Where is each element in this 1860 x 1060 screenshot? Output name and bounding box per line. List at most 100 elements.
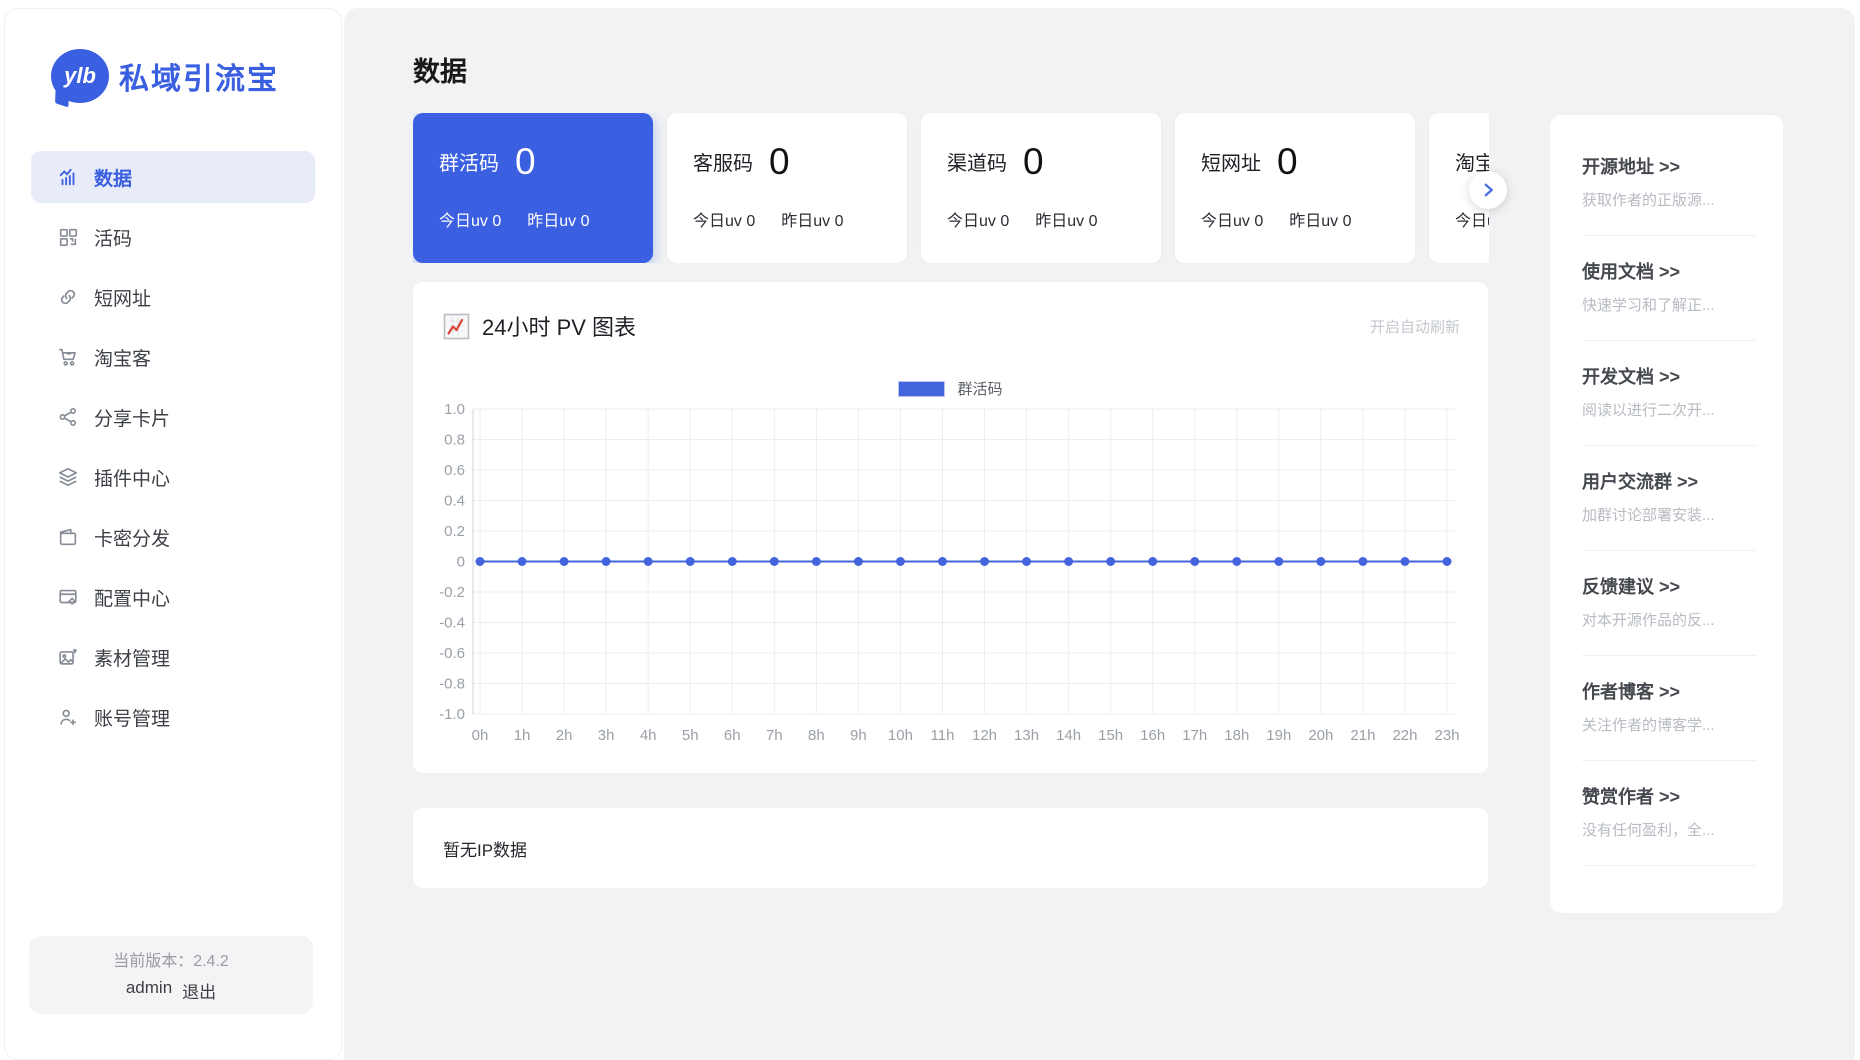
link-desc: 对本开源作品的反... xyxy=(1582,612,1715,629)
svg-text:5h: 5h xyxy=(682,727,699,744)
app-logo: ylb 私域引流宝 xyxy=(51,49,341,103)
stat-yesterday-uv: 昨日uv 0 xyxy=(527,213,590,230)
link-icon xyxy=(57,286,79,308)
svg-text:-1.0: -1.0 xyxy=(439,706,465,723)
sidebar-item-config-center[interactable]: 配置中心 xyxy=(31,571,315,623)
link-item-usage-doc[interactable]: 使用文档 >> 快速学习和了解正... xyxy=(1582,260,1757,341)
ip-empty-text: 暂无IP数据 xyxy=(443,840,528,860)
link-desc: 快速学习和了解正... xyxy=(1582,297,1715,314)
cart-icon xyxy=(57,346,79,368)
link-desc: 关注作者的博客学... xyxy=(1582,717,1715,734)
sidebar-item-live-code[interactable]: 活码 xyxy=(31,211,315,263)
sidebar-item-data[interactable]: 数据 xyxy=(31,151,315,203)
link-item-dev-doc[interactable]: 开发文档 >> 阅读以进行二次开... xyxy=(1582,365,1757,446)
ip-data-card: 暂无IP数据 xyxy=(413,808,1488,888)
link-desc: 获取作者的正版源... xyxy=(1582,192,1715,209)
brand-name: 私域引流宝 xyxy=(119,63,279,96)
stat-today-uv: 今日uv 0 xyxy=(947,213,1010,230)
sidebar-nav: 数据 活码 短网址 淘宝客 分享卡片 插件中心 卡密分发 配置中心 素材管理 账… xyxy=(5,151,341,743)
svg-text:15h: 15h xyxy=(1098,727,1123,744)
sidebar-item-label: 素材管理 xyxy=(94,648,171,670)
link-item-feedback[interactable]: 反馈建议 >> 对本开源作品的反... xyxy=(1582,575,1757,656)
stat-card-group-code[interactable]: 群活码 0 今日uv 0 昨日uv 0 xyxy=(413,113,653,263)
link-item-author-blog[interactable]: 作者博客 >> 关注作者的博客学... xyxy=(1582,680,1757,761)
sidebar-item-label: 分享卡片 xyxy=(94,408,171,430)
stat-card-short-url[interactable]: 短网址 0 今日uv 0 昨日uv 0 xyxy=(1175,113,1415,263)
stat-cards-row: 群活码 0 今日uv 0 昨日uv 0 客服码 0 今日uv 0 昨日uv 0 渠道码 0… xyxy=(413,113,1489,263)
link-title: 赞赏作者 >> xyxy=(1582,787,1681,807)
sidebar-item-account-manage[interactable]: 账号管理 xyxy=(31,691,315,743)
stat-label: 群活码 xyxy=(439,153,499,175)
page-title: 数据 xyxy=(413,57,467,87)
svg-text:23h: 23h xyxy=(1434,727,1459,744)
svg-text:-0.4: -0.4 xyxy=(439,615,465,632)
link-item-user-group[interactable]: 用户交流群 >> 加群讨论部署安装... xyxy=(1582,470,1757,551)
svg-text:12h: 12h xyxy=(972,727,997,744)
svg-text:19h: 19h xyxy=(1266,727,1291,744)
link-item-donate[interactable]: 赞赏作者 >> 没有任何盈利，全... xyxy=(1582,785,1757,866)
sidebar-item-material-manage[interactable]: 素材管理 xyxy=(31,631,315,683)
sidebar-item-label: 淘宝客 xyxy=(94,348,152,370)
sidebar-item-label: 账号管理 xyxy=(94,708,171,730)
svg-text:1h: 1h xyxy=(514,727,531,744)
link-title: 用户交流群 >> xyxy=(1582,472,1699,492)
image-upload-icon xyxy=(57,646,79,668)
svg-text:13h: 13h xyxy=(1014,727,1039,744)
sidebar-item-taobao[interactable]: 淘宝客 xyxy=(31,331,315,383)
svg-text:7h: 7h xyxy=(766,727,783,744)
svg-text:16h: 16h xyxy=(1140,727,1165,744)
svg-text:21h: 21h xyxy=(1350,727,1375,744)
svg-text:0.6: 0.6 xyxy=(444,462,465,479)
stat-label: 客服码 xyxy=(693,153,753,175)
link-desc: 加群讨论部署安装... xyxy=(1582,507,1715,524)
svg-text:-0.8: -0.8 xyxy=(439,676,465,693)
stat-card-service-code[interactable]: 客服码 0 今日uv 0 昨日uv 0 xyxy=(667,113,907,263)
stat-yesterday-uv: 昨日uv 0 xyxy=(1035,213,1098,230)
svg-text:18h: 18h xyxy=(1224,727,1249,744)
version-text: 当前版本：2.4.2 xyxy=(113,953,229,970)
sidebar-item-label: 活码 xyxy=(94,228,133,250)
svg-text:20h: 20h xyxy=(1308,727,1333,744)
auto-refresh-toggle[interactable]: 开启自动刷新 xyxy=(1370,316,1460,337)
sidebar-item-label: 数据 xyxy=(94,168,133,190)
share-icon xyxy=(57,406,79,428)
stat-yesterday-uv: 昨日uv 0 xyxy=(1289,213,1352,230)
svg-text:22h: 22h xyxy=(1392,727,1417,744)
link-item-opensource[interactable]: 开源地址 >> 获取作者的正版源... xyxy=(1582,155,1757,236)
stat-value: 0 xyxy=(1023,141,1044,182)
sidebar-item-label: 插件中心 xyxy=(94,468,171,490)
settings-window-icon xyxy=(57,586,79,608)
pv-chart-card: 24小时 PV 图表 开启自动刷新 群活码 0h 1h 2h 3h 4h 5h 6h 7h 8h… xyxy=(413,282,1488,773)
logout-link[interactable]: 退出 xyxy=(182,978,216,1003)
chart-legend[interactable]: 群活码 xyxy=(413,378,1488,399)
link-title: 反馈建议 >> xyxy=(1582,577,1681,597)
svg-text:1.0: 1.0 xyxy=(444,402,465,418)
svg-text:6h: 6h xyxy=(724,727,741,744)
wallet-icon xyxy=(57,526,79,548)
stat-today-uv: 今日uv 0 xyxy=(1455,213,1489,230)
sidebar-item-label: 短网址 xyxy=(94,288,152,310)
link-title: 作者博客 >> xyxy=(1582,682,1681,702)
svg-text:11h: 11h xyxy=(931,727,955,744)
svg-text:3h: 3h xyxy=(598,727,615,744)
stat-value: 0 xyxy=(515,141,536,182)
stat-value: 0 xyxy=(769,141,790,182)
link-title: 使用文档 >> xyxy=(1582,262,1681,282)
chart-emoji-icon xyxy=(443,313,470,340)
sidebar-item-plugin-center[interactable]: 插件中心 xyxy=(31,451,315,503)
sidebar: ylb 私域引流宝 数据 活码 短网址 淘宝客 分享卡片 插件中心 卡密分发 配… xyxy=(4,8,342,1060)
qr-grid-icon xyxy=(57,226,79,248)
svg-text:2h: 2h xyxy=(556,727,573,744)
sidebar-item-short-url[interactable]: 短网址 xyxy=(31,271,315,323)
svg-text:17h: 17h xyxy=(1182,727,1207,744)
svg-text:-0.2: -0.2 xyxy=(439,584,465,601)
chart-title: 24小时 PV 图表 xyxy=(482,315,637,340)
stat-card-channel-code[interactable]: 渠道码 0 今日uv 0 昨日uv 0 xyxy=(921,113,1161,263)
svg-text:0h: 0h xyxy=(472,727,489,744)
stat-label: 渠道码 xyxy=(947,153,1007,175)
svg-text:0.4: 0.4 xyxy=(444,493,465,510)
sidebar-item-share-card[interactable]: 分享卡片 xyxy=(31,391,315,443)
sidebar-item-card-key[interactable]: 卡密分发 xyxy=(31,511,315,563)
link-title: 开发文档 >> xyxy=(1582,367,1681,387)
cards-next-button[interactable] xyxy=(1469,171,1507,209)
